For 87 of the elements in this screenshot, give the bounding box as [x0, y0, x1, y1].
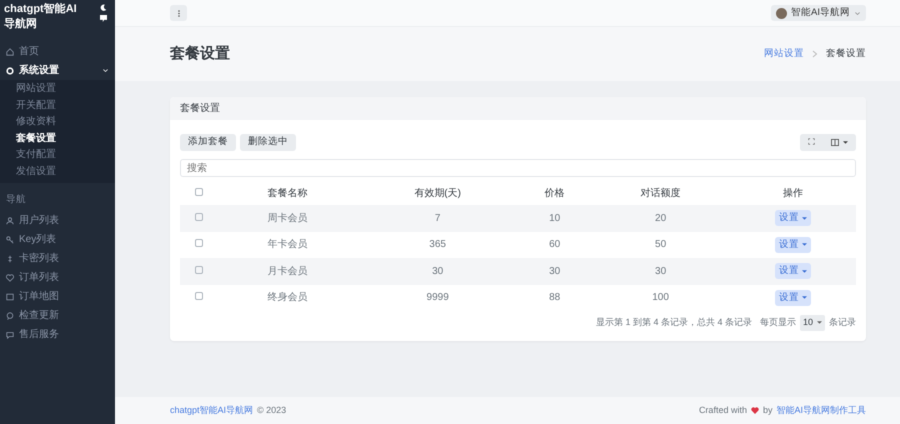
column-header: 价格 [544, 188, 565, 198]
caret-icon [802, 270, 808, 273]
breadcrumb-link[interactable]: 网站设置 [764, 46, 804, 62]
table-cell: 88 [549, 292, 560, 304]
caret-icon [802, 216, 808, 220]
per-page-select[interactable]: 10 [800, 315, 825, 330]
sidebar-subitem[interactable]: 套餐设置 [0, 130, 115, 147]
users-icon [6, 216, 14, 225]
table-cell: 50 [655, 239, 666, 250]
sidebar-item[interactable]: 售后服务 [0, 325, 115, 344]
footer-link[interactable]: chatgpt智能AI导航网 [170, 404, 254, 418]
copyright-text: © 2023 [257, 404, 286, 417]
settings-dropdown-button[interactable]: 设置 [775, 263, 812, 280]
table-cell: 9999 [426, 292, 449, 304]
sidebar-subitem[interactable]: 支付配置 [0, 147, 115, 164]
home-icon [6, 48, 14, 56]
sidebar-item[interactable]: 用户列表 [0, 211, 115, 230]
sidebar-subitem[interactable]: 开关配置 [0, 98, 115, 114]
sidebar-item[interactable]: 订单列表 [0, 268, 115, 288]
caret-icon [843, 141, 848, 144]
heart-icon [6, 274, 14, 282]
sidebar-item[interactable]: 卡密列表 [0, 249, 115, 268]
table-cell: 100 [652, 292, 669, 304]
crafted-text: Crafted with [698, 404, 747, 417]
search-field[interactable]: 搜索 [180, 159, 856, 177]
brand-title: chatgpt智能AI导航网 [3, 2, 78, 32]
row-checkbox[interactable] [195, 239, 203, 248]
fullscreen-icon [808, 138, 815, 146]
caret-icon [802, 296, 808, 300]
toolbar-button[interactable]: 添加套餐 [180, 134, 236, 151]
table-cell: 20 [655, 212, 666, 224]
table-cell: 年卡会员 [268, 239, 308, 250]
row-checkbox[interactable] [195, 212, 203, 221]
sidebar-item[interactable]: Key列表 [0, 230, 115, 250]
sidebar-item[interactable]: 检查更新 [0, 306, 115, 326]
sidebar-item[interactable]: 订单地图 [0, 287, 115, 306]
table-cell: 周卡会员 [268, 212, 308, 224]
table-cell: 30 [432, 266, 444, 277]
section-title: 导航 [5, 193, 27, 207]
caret-icon [802, 243, 808, 246]
by-text: by [762, 404, 772, 417]
table-cell: 月卡会员 [268, 266, 308, 277]
footer-link[interactable]: 智能AI导航网制作工具 [776, 404, 866, 418]
table-cell: 终身会员 [268, 292, 308, 304]
column-header: 对话额度 [640, 188, 681, 198]
table-cell: 10 [549, 212, 560, 224]
table-cell: 30 [549, 266, 560, 277]
table-cell: 30 [655, 266, 666, 277]
settings-dropdown-button[interactable]: 设置 [775, 210, 812, 226]
per-page-suffix: 条记录 [829, 316, 856, 329]
pagination-summary: 显示第 1 到第 4 条记录，总共 4 条记录 [596, 316, 752, 329]
settings-dropdown-button[interactable]: 设置 [775, 236, 812, 253]
chevron-icon [102, 67, 109, 74]
column-header: 操作 [783, 188, 804, 198]
avatar-icon [776, 8, 788, 18]
moon-icon[interactable] [100, 4, 107, 11]
column-header: 有效期(天) [414, 188, 461, 198]
chat-icon [6, 330, 14, 339]
heart-icon [750, 407, 759, 414]
comment-icon[interactable] [100, 15, 107, 22]
row-checkbox[interactable] [195, 292, 203, 300]
caret-icon [817, 321, 822, 324]
columns-icon [831, 139, 839, 146]
column-header: 套餐名称 [268, 188, 308, 198]
user-menu-button[interactable]: 智能AI导航网 [771, 5, 866, 21]
sidebar-subitem[interactable]: 发信设置 [0, 164, 115, 180]
settings-dropdown-button[interactable]: 设置 [775, 290, 812, 306]
toolbar-button[interactable]: 删除选中 [240, 134, 296, 151]
chevron-icon [854, 10, 861, 16]
gear-icon [6, 66, 14, 74]
sidebar-subitem[interactable]: 修改资料 [0, 114, 115, 130]
sidebar-item[interactable]: 首页 [0, 42, 115, 61]
menu-toggle-button[interactable] [170, 5, 187, 21]
select-all-checkbox[interactable] [195, 188, 203, 196]
card-title: 套餐设置 [170, 97, 866, 120]
key-icon [6, 236, 14, 244]
row-checkbox[interactable] [195, 266, 203, 274]
page-title: 套餐设置 [170, 44, 230, 64]
map-icon [6, 292, 14, 301]
table-cell: 365 [429, 239, 446, 250]
per-page-label: 每页显示 [760, 316, 796, 329]
breadcrumb-current: 套餐设置 [826, 46, 866, 61]
table-cell: 7 [434, 212, 440, 224]
breadcrumb-separator-icon [812, 50, 818, 58]
table-cell: 60 [549, 239, 560, 250]
sidebar-item[interactable]: 系统设置 [0, 61, 115, 80]
sidebar-subitem[interactable]: 网站设置 [0, 81, 115, 98]
